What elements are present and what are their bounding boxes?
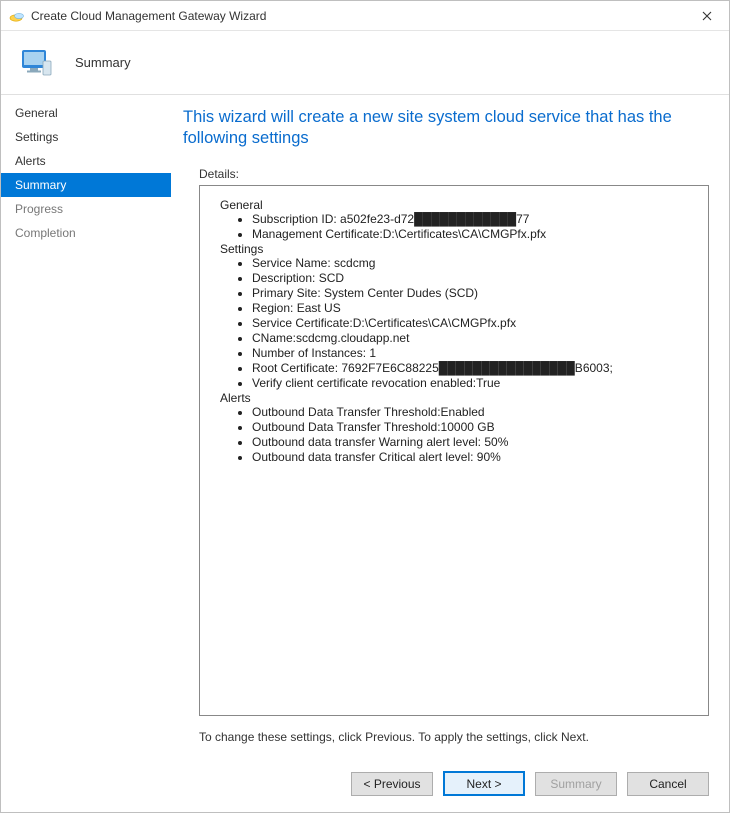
nav-summary[interactable]: Summary [1,173,171,197]
nav-general[interactable]: General [1,101,171,125]
step-nav: General Settings Alerts Summary Progress… [1,95,171,754]
nav-completion[interactable]: Completion [1,221,171,245]
detail-item: Description: SCD [252,271,698,286]
nav-settings[interactable]: Settings [1,125,171,149]
section-settings-title: Settings [220,242,698,256]
detail-item: CName:scdcmg.cloudapp.net [252,331,698,346]
section-settings-list: Service Name: scdcmg Description: SCD Pr… [252,256,698,391]
hint-text: To change these settings, click Previous… [199,730,709,744]
content-area: This wizard will create a new site syste… [171,95,729,754]
detail-item: Verify client certificate revocation ena… [252,376,698,391]
details-box: General Subscription ID: a502fe23-d72███… [199,185,709,716]
wizard-window: Create Cloud Management Gateway Wizard S… [0,0,730,813]
nav-alerts[interactable]: Alerts [1,149,171,173]
detail-item: Outbound data transfer Warning alert lev… [252,435,698,450]
summary-button: Summary [535,772,617,796]
cancel-button[interactable]: Cancel [627,772,709,796]
footer: < Previous Next > Summary Cancel [1,754,729,812]
previous-button[interactable]: < Previous [351,772,433,796]
section-alerts-list: Outbound Data Transfer Threshold:Enabled… [252,405,698,465]
body: General Settings Alerts Summary Progress… [1,95,729,754]
window-title: Create Cloud Management Gateway Wizard [31,9,266,23]
nav-progress[interactable]: Progress [1,197,171,221]
detail-item: Management Certificate:D:\Certificates\C… [252,227,698,242]
detail-item: Subscription ID: a502fe23-d72███████████… [252,212,698,227]
section-general-title: General [220,198,698,212]
detail-item: Service Certificate:D:\Certificates\CA\C… [252,316,698,331]
next-button[interactable]: Next > [443,771,525,796]
details-label: Details: [177,167,709,181]
headline: This wizard will create a new site syste… [177,107,709,149]
monitor-icon [19,45,55,81]
close-button[interactable] [684,1,729,31]
titlebar: Create Cloud Management Gateway Wizard [1,1,729,31]
page-title: Summary [75,55,131,70]
cloud-icon [9,8,25,24]
detail-item: Outbound Data Transfer Threshold:Enabled [252,405,698,420]
section-alerts-title: Alerts [220,391,698,405]
section-general-list: Subscription ID: a502fe23-d72███████████… [252,212,698,242]
wizard-header: Summary [1,31,729,95]
detail-item: Outbound Data Transfer Threshold:10000 G… [252,420,698,435]
detail-item: Region: East US [252,301,698,316]
detail-item: Number of Instances: 1 [252,346,698,361]
detail-item: Primary Site: System Center Dudes (SCD) [252,286,698,301]
detail-item: Root Certificate: 7692F7E6C88225████████… [252,361,698,376]
detail-item: Service Name: scdcmg [252,256,698,271]
detail-item: Outbound data transfer Critical alert le… [252,450,698,465]
